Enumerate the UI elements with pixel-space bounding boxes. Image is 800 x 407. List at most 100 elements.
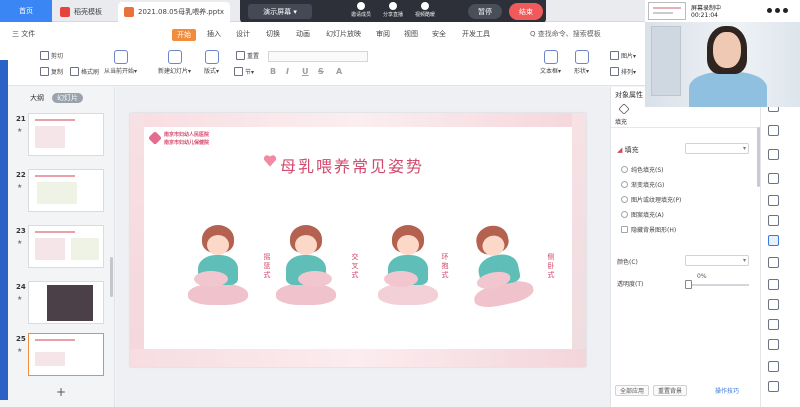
apply-all-button[interactable]: 全部应用 (615, 385, 649, 396)
audio-icon[interactable] (768, 361, 779, 372)
radio[interactable] (621, 196, 628, 203)
menu-developer[interactable]: 开发工具 (462, 29, 490, 39)
adjust-icon[interactable] (768, 257, 779, 268)
video-button[interactable]: 视频酷暖 (408, 2, 442, 22)
slide-thumbnail-row-selected[interactable]: 25 ★ (0, 333, 112, 379)
strike-button[interactable]: S (318, 67, 324, 76)
slider-handle[interactable] (685, 280, 692, 289)
slide-thumbnail-row[interactable]: 22 ★ (0, 169, 112, 215)
reset-background-button[interactable]: 重置背景 (653, 385, 687, 396)
cut-button[interactable]: 剪切 (40, 51, 63, 60)
font-name-field[interactable] (268, 51, 368, 62)
navigator-scrollbar[interactable] (110, 257, 113, 297)
properties-icon[interactable] (768, 235, 779, 246)
share-out-icon[interactable] (768, 279, 779, 290)
color-label: 颜色(C) (617, 259, 638, 266)
style-icon[interactable] (768, 125, 779, 136)
picture-fill-option[interactable]: 图片或纹理填充(P) (621, 195, 681, 204)
solid-fill-option[interactable]: 纯色填充(S) (621, 165, 664, 174)
menu-slideshow[interactable]: 幻灯片放映 (326, 29, 361, 39)
arrange-button[interactable]: 排列▾ (610, 67, 636, 76)
shape-button[interactable]: 形状▾ (574, 50, 589, 75)
layers-icon[interactable] (768, 149, 779, 160)
copy-button[interactable]: 复制 (40, 67, 63, 76)
font-color-button[interactable]: A (336, 67, 342, 76)
screen-mode-dropdown[interactable]: 演示屏幕 ▾ (248, 4, 312, 19)
bold-button[interactable]: B (270, 67, 276, 76)
hide-background-option[interactable]: 隐藏背景图形(H) (621, 225, 676, 234)
format-painter-button[interactable]: 格式刷 (70, 67, 99, 76)
menu-file[interactable]: 三 文件 (12, 29, 35, 39)
crop-icon[interactable] (768, 339, 779, 350)
thumb-block (35, 352, 65, 366)
slide-thumbnail[interactable] (28, 113, 104, 156)
color-dropdown[interactable]: ▾ (685, 255, 749, 266)
screen-preview-thumbnail[interactable] (648, 2, 686, 20)
transition-icon[interactable] (768, 195, 779, 206)
radio[interactable] (621, 211, 628, 218)
picture-button[interactable]: 图片▾ (610, 51, 636, 60)
fill-bucket-icon[interactable] (618, 103, 630, 115)
slide-thumbnail[interactable] (28, 281, 104, 324)
invite-members-button[interactable]: 邀请成员 (344, 2, 378, 22)
slide-title[interactable]: 母乳喂养常见姿势 (280, 153, 424, 177)
layout-button[interactable]: 版式▾ (204, 50, 219, 75)
animation-icon[interactable] (768, 173, 779, 184)
tab-slides[interactable]: 幻灯片 (52, 93, 83, 103)
transparency-label: 透明度(T) (617, 281, 644, 288)
slide-thumbnail[interactable] (28, 333, 104, 376)
document-icon[interactable] (768, 299, 779, 310)
command-search[interactable]: Q 查找命令、搜索模板 (530, 27, 640, 40)
fill-section-header[interactable]: ◢ 填充 (617, 145, 639, 155)
end-button[interactable]: 结束 (509, 3, 543, 20)
chart-icon[interactable] (768, 215, 779, 226)
menu-start[interactable]: 开始 (172, 29, 196, 41)
menu-view[interactable]: 视图 (404, 29, 418, 39)
slide-thumbnail-row[interactable]: 23 ★ (0, 225, 112, 271)
radio[interactable] (621, 166, 628, 173)
menu-insert[interactable]: 插入 (207, 29, 221, 39)
slide-thumbnail-row[interactable]: 21 ★ (0, 113, 112, 159)
menu-design[interactable]: 设计 (236, 29, 250, 39)
checkbox[interactable] (621, 226, 628, 233)
tab-outline[interactable]: 大纲 (30, 93, 44, 103)
tab-file[interactable]: 2021.08.05母乳喂养.pptx (118, 2, 231, 22)
menu-security[interactable]: 安全 (432, 29, 446, 39)
menu-review[interactable]: 审阅 (376, 29, 390, 39)
reset-button[interactable]: 重置 (236, 51, 259, 60)
slide-thumbnail-row[interactable]: 24 ★ (0, 281, 112, 327)
play-from-current-button[interactable]: 从当前开始▾ (104, 50, 137, 75)
slide-thumbnail[interactable] (28, 225, 104, 268)
navigator-tabs: 大纲 幻灯片 (30, 93, 83, 103)
share-live-button[interactable]: 分享直播 (376, 2, 410, 22)
radio[interactable] (621, 181, 628, 188)
tab-home[interactable]: 首页 (0, 0, 52, 22)
menu-transition[interactable]: 切换 (266, 29, 280, 39)
tips-link[interactable]: 操作技巧 (715, 386, 739, 395)
menu-animation[interactable]: 动画 (296, 29, 310, 39)
transparency-slider[interactable] (687, 284, 749, 286)
section-button[interactable]: 节▾ (234, 67, 254, 76)
current-slide[interactable]: 南京市妇幼人民医院 南京市妇幼儿保健院 母乳喂养常见姿势 摇篮式 交叉式 环抱式… (130, 113, 586, 367)
slide-thumbnail[interactable] (28, 169, 104, 212)
mother-face (397, 235, 419, 255)
add-slide-button[interactable]: + (56, 385, 66, 399)
thumb-title-line (35, 231, 75, 233)
share-live-label: 分享直播 (382, 12, 403, 18)
gradient-fill-option[interactable]: 渐变填充(G) (621, 180, 664, 189)
pause-button[interactable]: 暂停 (468, 4, 502, 19)
tab-template[interactable]: 稻壳模板 (54, 2, 108, 22)
underline-button[interactable]: U (302, 67, 309, 76)
italic-button[interactable]: I (286, 67, 289, 76)
new-slide-button[interactable]: 新建幻灯片▾ (158, 50, 191, 75)
pattern-fill-option[interactable]: 图案填充(A) (621, 210, 664, 219)
image-icon[interactable] (768, 319, 779, 330)
webcam-overlay[interactable]: 屏幕录制中 00:21:04 (645, 0, 800, 107)
play-icon (113, 50, 128, 64)
textbox-button[interactable]: 文本框▾ (540, 50, 561, 75)
fill-type-dropdown[interactable]: ▾ (685, 143, 749, 154)
history-icon[interactable] (768, 381, 779, 392)
textbox-label: 文本框▾ (540, 68, 562, 75)
fill-tab[interactable]: 填充 (615, 117, 627, 126)
more-options-icon[interactable] (767, 8, 788, 13)
